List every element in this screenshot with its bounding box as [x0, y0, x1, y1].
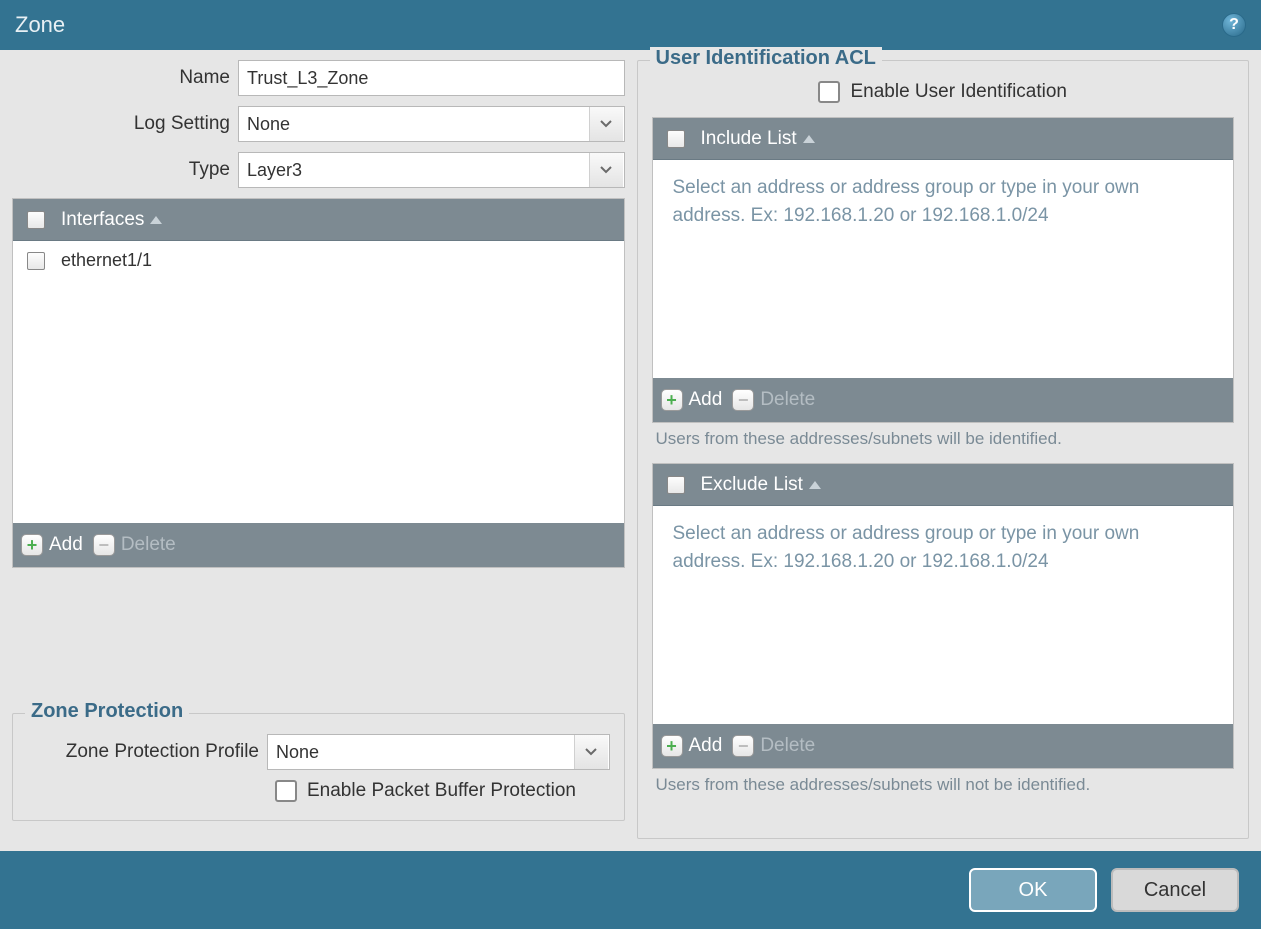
log-setting-select[interactable]: None: [238, 106, 625, 142]
plus-icon: [21, 534, 43, 556]
type-row: Type Layer3: [12, 152, 625, 188]
interfaces-delete-button[interactable]: Delete: [93, 534, 176, 556]
include-list-body: Select an address or address group or ty…: [653, 160, 1234, 378]
ok-button[interactable]: OK: [969, 868, 1097, 912]
interfaces-header-label: Interfaces: [61, 209, 144, 231]
include-list-grid: Include List Select an address or addres…: [652, 117, 1235, 423]
zone-protection-legend: Zone Protection: [25, 700, 189, 723]
table-row[interactable]: ethernet1/1: [13, 241, 624, 281]
titlebar: Zone ?: [0, 0, 1261, 50]
log-setting-row: Log Setting None: [12, 106, 625, 142]
sort-up-icon: [809, 481, 821, 489]
include-list-header[interactable]: Include List: [653, 118, 1234, 160]
type-label: Type: [12, 159, 230, 181]
user-id-acl-legend: User Identification ACL: [650, 47, 882, 70]
interfaces-body: ethernet1/1: [13, 241, 624, 523]
enable-user-id-row: Enable User Identification: [652, 81, 1235, 103]
cancel-button[interactable]: Cancel: [1111, 868, 1239, 912]
zone-protection-profile-select[interactable]: None: [267, 734, 610, 770]
help-icon[interactable]: ?: [1222, 13, 1246, 37]
zone-protection-profile-label: Zone Protection Profile: [27, 741, 259, 763]
exclude-delete-button[interactable]: Delete: [732, 735, 815, 757]
enable-pbp-row: Enable Packet Buffer Protection: [275, 780, 610, 802]
chevron-down-icon: [589, 153, 623, 187]
exclude-hint: Users from these addresses/subnets will …: [656, 775, 1235, 795]
interfaces-add-button[interactable]: Add: [21, 534, 83, 556]
type-select[interactable]: Layer3: [238, 152, 625, 188]
enable-user-id-checkbox[interactable]: [818, 81, 840, 103]
name-row: Name: [12, 60, 625, 96]
include-hint: Users from these addresses/subnets will …: [656, 429, 1235, 449]
type-value: Layer3: [247, 160, 302, 181]
right-column: User Identification ACL Enable User Iden…: [637, 60, 1250, 851]
minus-icon: [732, 389, 754, 411]
name-input[interactable]: [238, 60, 625, 96]
minus-icon: [93, 534, 115, 556]
minus-icon: [732, 735, 754, 757]
interfaces-header[interactable]: Interfaces: [13, 199, 624, 241]
zone-protection-fieldset: Zone Protection Zone Protection Profile …: [12, 713, 625, 821]
dialog-content: Name Log Setting None Type Layer3: [0, 50, 1261, 851]
include-list-footer: Add Delete: [653, 378, 1234, 422]
interfaces-grid: Interfaces ethernet1/1 Add Delete: [12, 198, 625, 568]
enable-pbp-checkbox[interactable]: [275, 780, 297, 802]
log-setting-value: None: [247, 114, 290, 135]
include-delete-button[interactable]: Delete: [732, 389, 815, 411]
exclude-placeholder: Select an address or address group or ty…: [653, 506, 1234, 589]
interface-name: ethernet1/1: [59, 250, 152, 271]
interfaces-footer: Add Delete: [13, 523, 624, 567]
chevron-down-icon: [574, 735, 608, 769]
zone-protection-profile-row: Zone Protection Profile None: [27, 734, 610, 770]
button-bar: OK Cancel: [0, 851, 1261, 929]
row-checkbox[interactable]: [27, 252, 45, 270]
sort-up-icon: [803, 135, 815, 143]
sort-up-icon: [150, 216, 162, 224]
include-selectall-checkbox[interactable]: [667, 130, 685, 148]
enable-pbp-label: Enable Packet Buffer Protection: [307, 780, 576, 802]
log-setting-label: Log Setting: [12, 113, 230, 135]
chevron-down-icon: [589, 107, 623, 141]
plus-icon: [661, 735, 683, 757]
exclude-list-footer: Add Delete: [653, 724, 1234, 768]
zone-dialog: Zone ? Name Log Setting None Type: [0, 0, 1261, 929]
include-list-header-label: Include List: [701, 128, 797, 150]
user-id-acl-fieldset: User Identification ACL Enable User Iden…: [637, 60, 1250, 839]
include-add-button[interactable]: Add: [661, 389, 723, 411]
exclude-add-button[interactable]: Add: [661, 735, 723, 757]
exclude-selectall-checkbox[interactable]: [667, 476, 685, 494]
interfaces-selectall-checkbox[interactable]: [27, 211, 45, 229]
zone-protection-profile-value: None: [276, 742, 319, 763]
dialog-title: Zone: [15, 12, 65, 38]
include-placeholder: Select an address or address group or ty…: [653, 160, 1234, 243]
exclude-list-grid: Exclude List Select an address or addres…: [652, 463, 1235, 769]
plus-icon: [661, 389, 683, 411]
exclude-list-body: Select an address or address group or ty…: [653, 506, 1234, 724]
exclude-list-header[interactable]: Exclude List: [653, 464, 1234, 506]
enable-user-id-label: Enable User Identification: [850, 81, 1067, 103]
name-label: Name: [12, 67, 230, 89]
left-column: Name Log Setting None Type Layer3: [12, 60, 625, 851]
exclude-list-header-label: Exclude List: [701, 474, 803, 496]
